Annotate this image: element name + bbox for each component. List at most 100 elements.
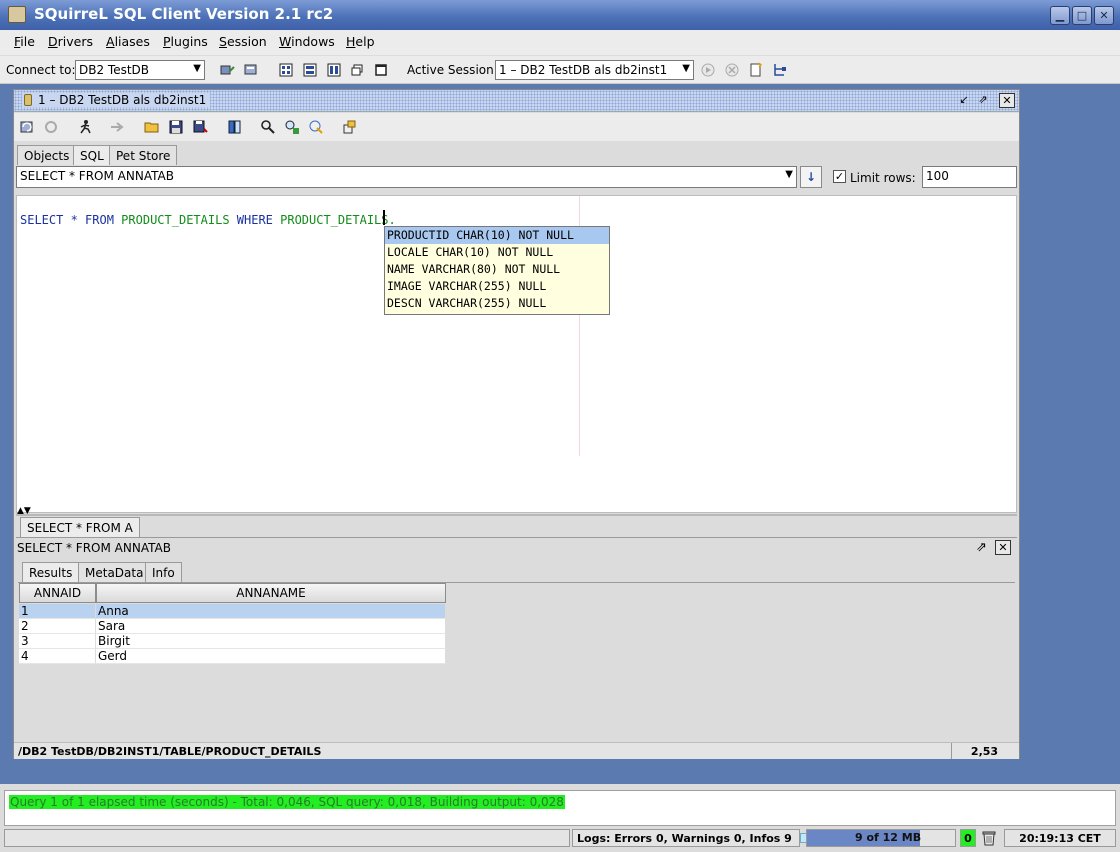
- limit-rows-input[interactable]: 100: [922, 166, 1017, 188]
- execute-runner-icon[interactable]: [77, 119, 93, 135]
- forward-icon[interactable]: [109, 119, 125, 135]
- disconnect-icon[interactable]: [243, 62, 259, 78]
- autocomplete-item[interactable]: PRODUCTID CHAR(10) NOT NULL: [385, 227, 609, 244]
- tab-results[interactable]: Results: [22, 562, 80, 582]
- chevron-down-icon: ▼: [193, 63, 201, 74]
- clock: 20:19:13 CET: [1004, 829, 1116, 847]
- minimize-frame-icon[interactable]: ↙: [956, 93, 972, 108]
- autocomplete-item[interactable]: DESCN VARCHAR(255) NULL: [385, 295, 609, 312]
- object-path-bar: /DB2 TestDB/DB2INST1/TABLE/PRODUCT_DETAI…: [14, 742, 1019, 759]
- session-title-bar[interactable]: 1 – DB2 TestDB als db2inst1 ↙ ⇗ ✕: [14, 90, 1019, 112]
- autocomplete-item[interactable]: IMAGE VARCHAR(255) NULL: [385, 278, 609, 295]
- chevron-down-icon: ▼: [785, 169, 793, 180]
- tab-divider: [16, 537, 1017, 538]
- column-header-annaid[interactable]: ANNAID: [19, 583, 96, 603]
- save-as-icon[interactable]: [192, 119, 208, 135]
- logs-text: Logs: Errors 0, Warnings 0, Infos 9: [577, 832, 792, 845]
- menu-aliases[interactable]: Aliases: [106, 34, 150, 49]
- active-session-select[interactable]: 1 – DB2 TestDB als db2inst1 ▼: [495, 60, 694, 80]
- tab-query-result[interactable]: SELECT * FROM A: [20, 517, 140, 537]
- sql-history-select[interactable]: SELECT * FROM ANNATAB ▼: [16, 166, 797, 188]
- run-icon[interactable]: [700, 62, 716, 78]
- zero-indicator: 0: [960, 829, 976, 847]
- stop-icon[interactable]: [724, 62, 740, 78]
- float-result-icon[interactable]: ⇗: [976, 540, 987, 555]
- minimize-button[interactable]: ▁: [1050, 6, 1070, 25]
- menu-bar: File Drivers Aliases Plugins Session Win…: [0, 30, 1120, 55]
- format-sql-icon[interactable]: [308, 119, 324, 135]
- text-caret: [383, 210, 385, 225]
- connect-select-value: DB2 TestDB: [79, 63, 150, 77]
- connect-select[interactable]: DB2 TestDB ▼: [75, 60, 205, 80]
- cell-annaname[interactable]: Anna: [96, 604, 446, 619]
- active-session-value: 1 – DB2 TestDB als db2inst1: [499, 63, 668, 77]
- sql-editor[interactable]: SELECT * FROM PRODUCT_DETAILS WHERE PROD…: [16, 195, 1017, 513]
- restore-frame-icon[interactable]: ⇗: [975, 93, 991, 108]
- autocomplete-item[interactable]: NAME VARCHAR(80) NOT NULL: [385, 261, 609, 278]
- message-pane[interactable]: Query 1 of 1 elapsed time (seconds) - To…: [4, 790, 1116, 826]
- sql-params-icon[interactable]: [342, 119, 358, 135]
- cell-annaid[interactable]: 2: [19, 619, 96, 634]
- cell-annaid[interactable]: 4: [19, 649, 96, 664]
- session-title: 1 – DB2 TestDB als db2inst1: [22, 93, 211, 107]
- find-replace-icon[interactable]: [284, 119, 300, 135]
- tile-horizontal-icon[interactable]: [302, 62, 318, 78]
- memory-text: 9 of 12 MB: [855, 831, 922, 844]
- column-header-annaname[interactable]: ANNANAME: [96, 583, 446, 603]
- cell-annaname[interactable]: Birgit: [96, 634, 446, 649]
- maximize-window-icon[interactable]: [373, 62, 389, 78]
- new-sql-icon[interactable]: [748, 62, 764, 78]
- session-toolbar: [14, 113, 1019, 141]
- tab-pet-store[interactable]: Pet Store: [109, 145, 178, 165]
- open-file-icon[interactable]: [144, 119, 160, 135]
- commit-icon[interactable]: [43, 119, 59, 135]
- tree-icon[interactable]: [772, 62, 788, 78]
- bookmark-icon[interactable]: [227, 119, 243, 135]
- menu-plugins[interactable]: Plugins: [163, 34, 208, 49]
- active-session-label: Active Session:: [407, 63, 498, 77]
- limit-rows-checkbox[interactable]: ✓: [833, 170, 846, 183]
- title-bar: SQuirreL SQL Client Version 2.1 rc2 ▁ □ …: [0, 0, 1120, 30]
- menu-file[interactable]: File: [14, 34, 35, 49]
- database-icon: [24, 94, 32, 106]
- cascade-icon[interactable]: [349, 62, 365, 78]
- tab-sql[interactable]: SQL: [73, 145, 111, 165]
- sql-keyword: WHERE: [236, 213, 273, 227]
- caret-position: 2,53: [951, 743, 1017, 759]
- limit-rows-label: Limit rows:: [850, 171, 916, 185]
- garbage-collect-icon[interactable]: [980, 829, 998, 847]
- maximize-button[interactable]: □: [1072, 6, 1092, 25]
- main-toolbar: Connect to: DB2 TestDB ▼ Active Session:…: [0, 56, 1120, 84]
- save-icon[interactable]: [168, 119, 184, 135]
- tab-info[interactable]: Info: [145, 562, 182, 582]
- tile-icon[interactable]: [278, 62, 294, 78]
- history-down-button[interactable]: ↓: [800, 166, 822, 188]
- cell-annaid[interactable]: 1: [19, 604, 96, 619]
- menu-windows[interactable]: Windows: [279, 34, 335, 49]
- app-icon: [8, 6, 26, 23]
- status-bar: Logs: Errors 0, Warnings 0, Infos 9 9 of…: [0, 827, 1120, 852]
- cell-annaname[interactable]: Sara: [96, 619, 446, 634]
- close-result-icon[interactable]: ✕: [995, 540, 1011, 555]
- cell-annaid[interactable]: 3: [19, 634, 96, 649]
- refresh-icon[interactable]: [19, 119, 35, 135]
- menu-drivers[interactable]: Drivers: [48, 34, 93, 49]
- menu-session[interactable]: Session: [219, 34, 267, 49]
- autocomplete-item[interactable]: LOCALE CHAR(10) NOT NULL: [385, 244, 609, 261]
- tab-objects[interactable]: Objects: [17, 145, 77, 165]
- connect-icon[interactable]: [219, 62, 235, 78]
- search-icon[interactable]: [260, 119, 276, 135]
- splitter[interactable]: [16, 514, 1017, 516]
- cell-annaname[interactable]: Gerd: [96, 649, 446, 664]
- sql-table-name: PRODUCT_DETAILS: [113, 213, 237, 227]
- close-button[interactable]: ✕: [1094, 6, 1114, 25]
- menu-help[interactable]: Help: [346, 34, 375, 49]
- close-frame-icon[interactable]: ✕: [999, 93, 1015, 108]
- memory-bar: 9 of 12 MB: [806, 829, 956, 847]
- logs-status[interactable]: Logs: Errors 0, Warnings 0, Infos 9: [572, 829, 833, 847]
- tile-vertical-icon[interactable]: [326, 62, 342, 78]
- sql-keyword: FROM: [85, 213, 114, 227]
- window-title: SQuirreL SQL Client Version 2.1 rc2: [34, 5, 334, 23]
- tab-metadata[interactable]: MetaData: [78, 562, 151, 582]
- sql-text: SELECT * FROM PRODUCT_DETAILS WHERE PROD…: [20, 213, 396, 227]
